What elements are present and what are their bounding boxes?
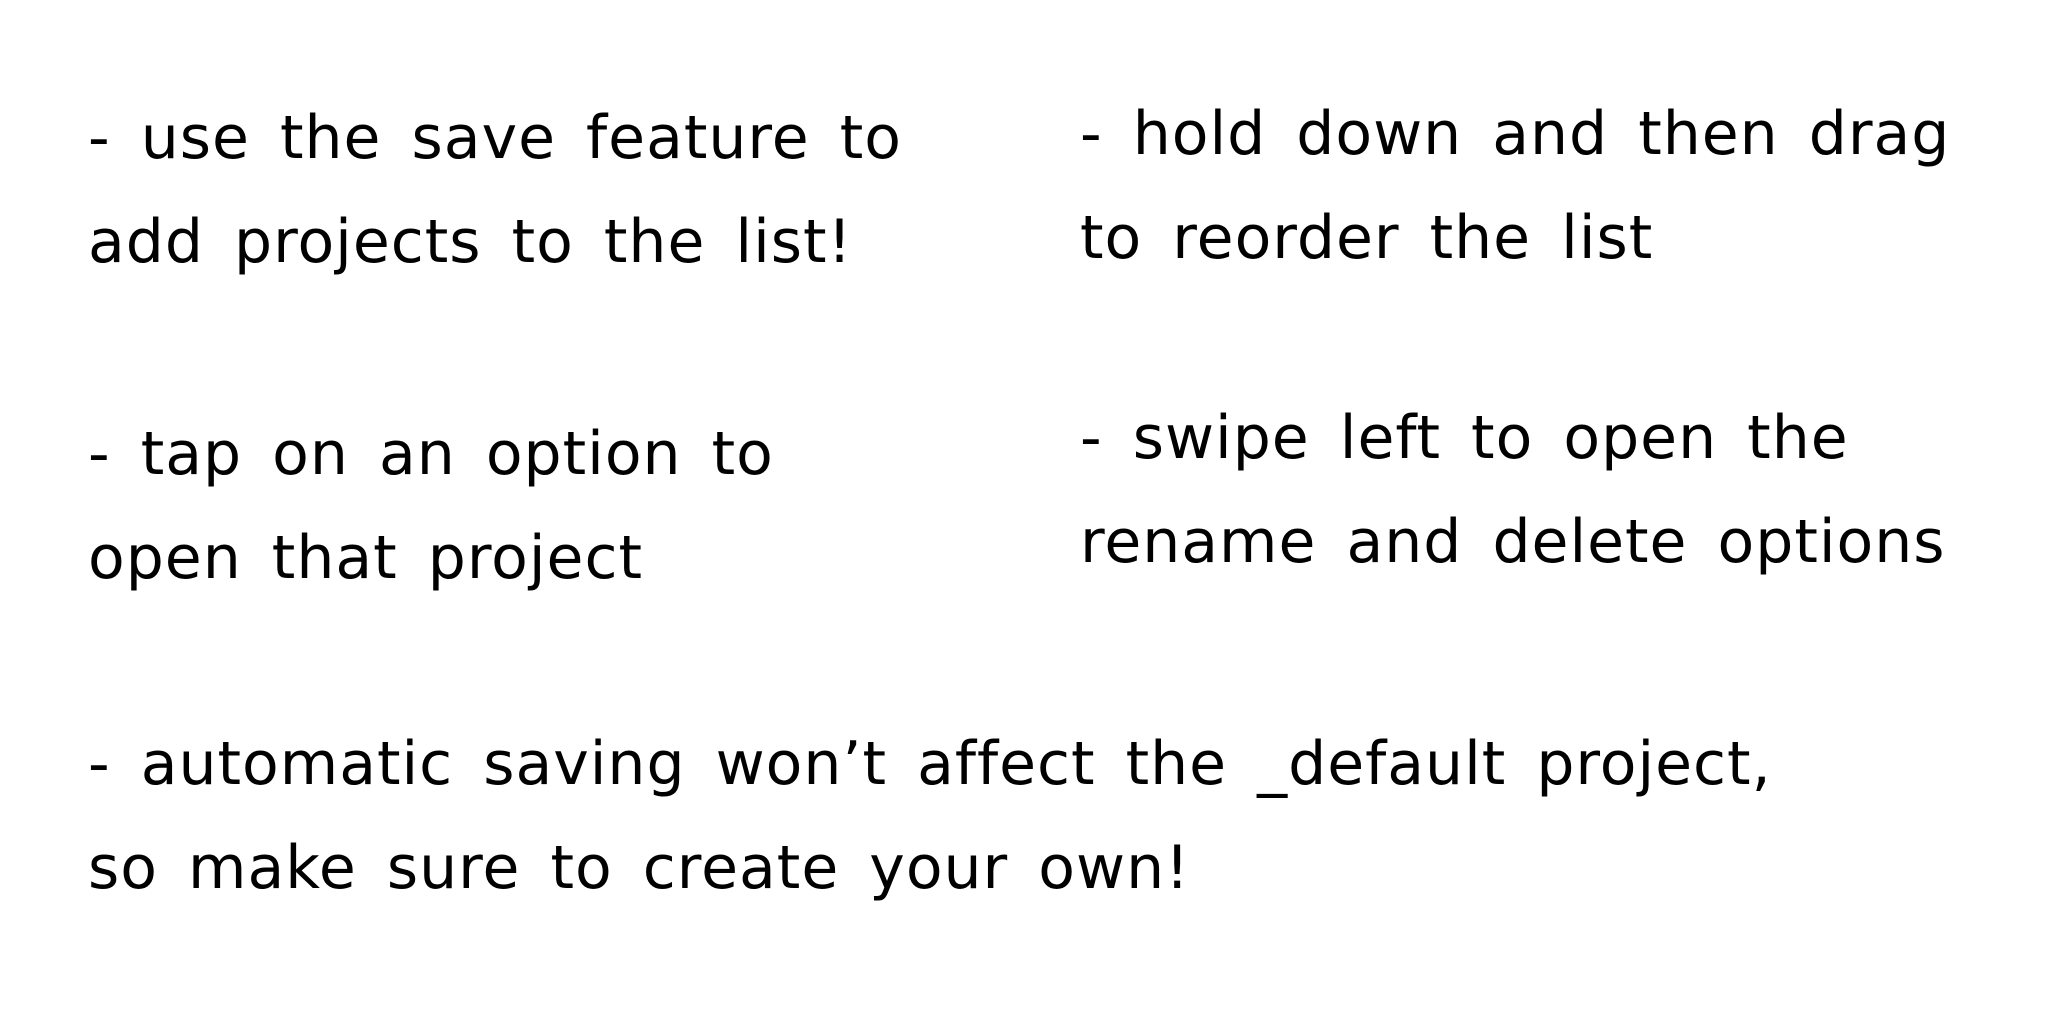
tip-save-line-1: - use the save feature to [88, 103, 902, 173]
tip-save-line-2: add projects to the list! [88, 207, 853, 277]
help-screen: - use the save feature to add projects t… [0, 0, 2048, 1024]
tip-automatic-saving: - automatic saving won’t affect the _def… [88, 712, 1772, 920]
tip-reorder-line-2: to reorder the list [1080, 203, 1654, 273]
tip-reorder-line-1: - hold down and then drag [1080, 99, 1951, 169]
tip-open-line-1: - tap on an option to [88, 419, 774, 489]
tip-swipe-line-1: - swipe left to open the [1080, 403, 1849, 473]
tip-autosave-line-2: so make sure to create your own! [88, 833, 1191, 903]
tip-reorder-list: - hold down and then drag to reorder the… [1080, 82, 1950, 290]
tip-save-feature: - use the save feature to add projects t… [88, 86, 902, 294]
tip-open-line-2: open that project [88, 523, 643, 593]
tip-open-project: - tap on an option to open that project [88, 402, 774, 610]
tip-swipe-options: - swipe left to open the rename and dele… [1080, 386, 1946, 594]
tip-autosave-line-1: - automatic saving won’t affect the _def… [88, 729, 1772, 799]
tip-swipe-line-2: rename and delete options [1080, 507, 1946, 577]
